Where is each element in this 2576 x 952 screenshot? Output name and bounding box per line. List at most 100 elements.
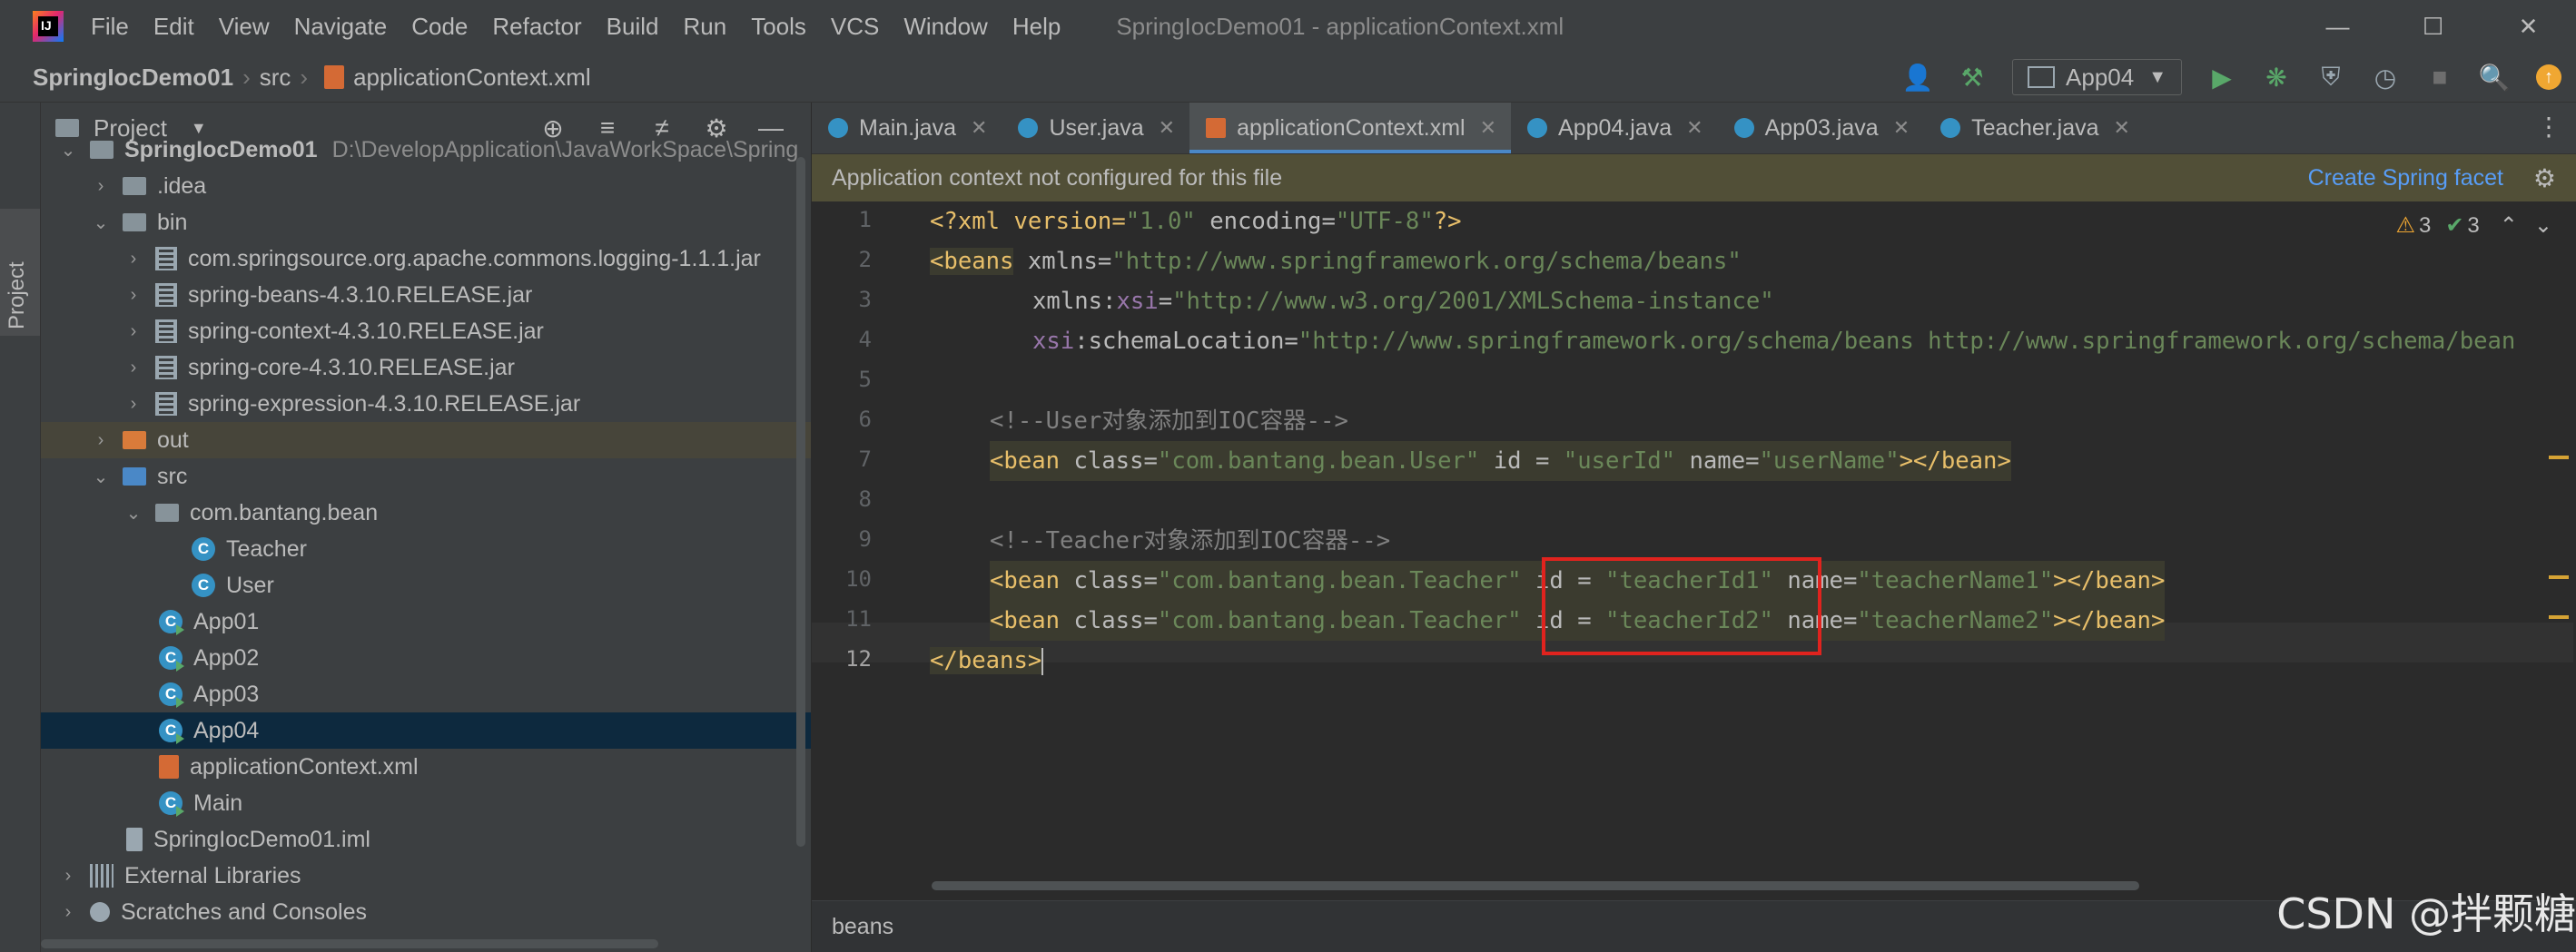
build-hammer-icon[interactable]: ⚒ bbox=[1956, 61, 1989, 93]
minimize-button[interactable]: — bbox=[2290, 0, 2385, 53]
close-window-button[interactable]: ✕ bbox=[2481, 0, 2576, 53]
code-token: "http://www.springframework.org/schema/b… bbox=[1298, 328, 2516, 355]
tree-item-scratches[interactable]: › Scratches and Consoles bbox=[41, 894, 811, 930]
error-stripe-mark[interactable] bbox=[2549, 575, 2569, 579]
menu-refactor[interactable]: Refactor bbox=[492, 13, 581, 41]
create-spring-facet-link[interactable]: Create Spring facet bbox=[2308, 165, 2503, 191]
tree-item-app04[interactable]: C App04 bbox=[41, 712, 811, 749]
chevron-right-icon[interactable]: › bbox=[92, 176, 110, 197]
gear-icon[interactable]: ⚙ bbox=[2533, 163, 2556, 193]
tree-item-package[interactable]: ⌄ com.bantang.bean bbox=[41, 495, 811, 531]
tree-item-idea[interactable]: › .idea bbox=[41, 168, 811, 204]
menu-view[interactable]: View bbox=[219, 13, 270, 41]
chevron-down-icon[interactable]: ⌄ bbox=[124, 502, 143, 525]
menu-run[interactable]: Run bbox=[683, 13, 726, 41]
class-icon: C bbox=[192, 537, 215, 561]
profile-icon[interactable]: ◷ bbox=[2369, 61, 2402, 93]
tab-user-java[interactable]: User.java ✕ bbox=[1002, 103, 1189, 153]
tree-item-applicationcontext[interactable]: applicationContext.xml bbox=[41, 749, 811, 785]
menu-code[interactable]: Code bbox=[411, 13, 468, 41]
error-stripe-mark[interactable] bbox=[2549, 615, 2569, 619]
tab-app03-java[interactable]: App03.java ✕ bbox=[1718, 103, 1925, 153]
user-icon[interactable]: 👤 bbox=[1901, 61, 1934, 93]
chevron-right-icon[interactable]: › bbox=[59, 866, 77, 887]
tree-item-external-libraries[interactable]: › External Libraries bbox=[41, 858, 811, 894]
update-icon[interactable]: ↑ bbox=[2532, 61, 2565, 93]
close-icon[interactable]: ✕ bbox=[1893, 116, 1910, 140]
tree-item-jar[interactable]: › spring-beans-4.3.10.RELEASE.jar bbox=[41, 277, 811, 313]
tree-item-app01[interactable]: C App01 bbox=[41, 604, 811, 640]
tree-item-out[interactable]: › out bbox=[41, 422, 811, 458]
tree-item-main[interactable]: C Main bbox=[41, 785, 811, 821]
code-editor[interactable]: ⚠ 3 ✔ 3 ⌃ ⌄ 1 2 3 4 5 6 7 8 9 10 11 12 <… bbox=[812, 201, 2576, 891]
tree-item-bin[interactable]: ⌄ bin bbox=[41, 204, 811, 240]
check-icon: ✔ bbox=[2445, 213, 2464, 238]
menu-file[interactable]: File bbox=[91, 13, 129, 41]
scratches-icon bbox=[90, 902, 110, 922]
search-icon[interactable]: 🔍 bbox=[2478, 61, 2511, 93]
project-vertical-scrollbar[interactable] bbox=[796, 157, 805, 847]
tree-item-project-root[interactable]: ⌄ SpringIocDemo01 D:\DevelopApplication\… bbox=[59, 132, 811, 168]
menu-window[interactable]: Window bbox=[903, 13, 987, 41]
code-token: :schemaLocation= bbox=[1074, 328, 1298, 355]
breadcrumb-beans[interactable]: beans bbox=[832, 914, 893, 940]
error-stripe-mark[interactable] bbox=[2549, 456, 2569, 459]
tab-app04-java[interactable]: App04.java ✕ bbox=[1511, 103, 1718, 153]
chevron-right-icon[interactable]: › bbox=[124, 358, 143, 378]
chevron-down-icon[interactable]: ⌄ bbox=[2534, 212, 2552, 239]
chevron-down-icon[interactable]: ⌄ bbox=[59, 139, 77, 162]
run-configuration-select[interactable]: App04 ▼ bbox=[2012, 59, 2182, 95]
java-class-icon bbox=[1733, 118, 1754, 138]
tree-item-app02[interactable]: C App02 bbox=[41, 640, 811, 676]
nav-crumb-file[interactable]: applicationContext.xml bbox=[353, 64, 591, 92]
close-icon[interactable]: ✕ bbox=[1480, 116, 1496, 140]
tree-item-jar[interactable]: › spring-expression-4.3.10.RELEASE.jar bbox=[41, 386, 811, 422]
tree-item-iml[interactable]: SpringIocDemo01.iml bbox=[41, 821, 811, 858]
chevron-right-icon[interactable]: › bbox=[124, 285, 143, 306]
chevron-down-icon[interactable]: ⌄ bbox=[92, 211, 110, 234]
nav-crumb-project[interactable]: SpringIocDemo01 bbox=[33, 64, 233, 92]
title-bar: IJ File Edit View Navigate Code Refactor… bbox=[0, 0, 2576, 53]
chevron-right-icon[interactable]: › bbox=[124, 321, 143, 342]
chevron-right-icon[interactable]: › bbox=[92, 430, 110, 451]
nav-crumb-folder[interactable]: src bbox=[260, 64, 291, 92]
tree-item-class-teacher[interactable]: C Teacher bbox=[41, 531, 811, 567]
menu-vcs[interactable]: VCS bbox=[831, 13, 879, 41]
menu-edit[interactable]: Edit bbox=[153, 13, 194, 41]
tree-item-jar[interactable]: › com.springsource.org.apache.commons.lo… bbox=[41, 240, 811, 277]
chevron-right-icon[interactable]: › bbox=[59, 902, 77, 923]
close-icon[interactable]: ✕ bbox=[2114, 116, 2130, 140]
project-tool-label[interactable]: Project bbox=[5, 261, 30, 329]
chevron-up-icon[interactable]: ⌃ bbox=[2500, 212, 2518, 239]
code-line-2: <beans xmlns="http://www.springframework… bbox=[930, 241, 1742, 281]
jar-icon bbox=[155, 356, 177, 379]
close-icon[interactable]: ✕ bbox=[971, 116, 987, 140]
coverage-icon[interactable]: ⛨ bbox=[2314, 61, 2347, 93]
run-icon[interactable]: ▶ bbox=[2206, 61, 2238, 93]
tab-applicationcontext-xml[interactable]: applicationContext.xml ✕ bbox=[1189, 103, 1512, 153]
close-icon[interactable]: ✕ bbox=[1686, 116, 1703, 140]
tree-item-class-user[interactable]: C User bbox=[41, 567, 811, 604]
menu-help[interactable]: Help bbox=[1012, 13, 1061, 41]
project-horizontal-scrollbar[interactable] bbox=[41, 939, 658, 948]
chevron-right-icon[interactable]: › bbox=[124, 249, 143, 270]
debug-icon[interactable]: ❋ bbox=[2260, 61, 2293, 93]
tab-main-java[interactable]: Main.java ✕ bbox=[812, 103, 1002, 153]
stop-icon[interactable]: ■ bbox=[2423, 61, 2456, 93]
tree-item-app03[interactable]: C App03 bbox=[41, 676, 811, 712]
tree-item-src[interactable]: ⌄ src bbox=[41, 458, 811, 495]
menu-navigate[interactable]: Navigate bbox=[294, 13, 388, 41]
inspection-widget[interactable]: ⚠ 3 ✔ 3 ⌃ ⌄ bbox=[2395, 212, 2552, 239]
chevron-down-icon[interactable]: ⌄ bbox=[92, 466, 110, 488]
editor-horizontal-scrollbar[interactable] bbox=[932, 881, 2139, 890]
maximize-button[interactable]: ☐ bbox=[2385, 0, 2481, 53]
tab-teacher-java[interactable]: Teacher.java ✕ bbox=[1924, 103, 2145, 153]
code-token: "teacherName1" bbox=[1857, 567, 2054, 594]
more-tabs-icon[interactable]: ⋮ bbox=[2536, 112, 2561, 142]
tree-item-jar[interactable]: › spring-core-4.3.10.RELEASE.jar bbox=[41, 349, 811, 386]
menu-build[interactable]: Build bbox=[607, 13, 659, 41]
chevron-right-icon[interactable]: › bbox=[124, 394, 143, 415]
tree-item-jar[interactable]: › spring-context-4.3.10.RELEASE.jar bbox=[41, 313, 811, 349]
menu-tools[interactable]: Tools bbox=[751, 13, 806, 41]
close-icon[interactable]: ✕ bbox=[1159, 116, 1175, 140]
